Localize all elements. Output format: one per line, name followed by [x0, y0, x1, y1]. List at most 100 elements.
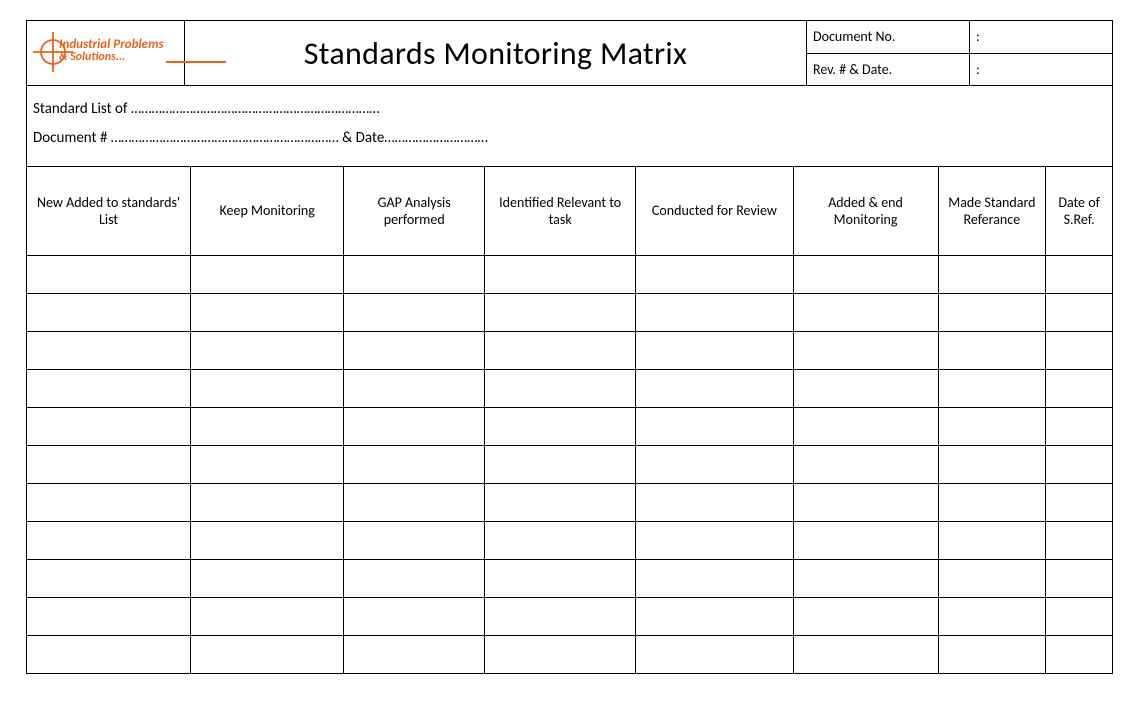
table-cell[interactable] — [938, 483, 1046, 521]
table-cell[interactable] — [793, 331, 938, 369]
table-cell[interactable] — [1046, 331, 1112, 369]
table-cell[interactable] — [344, 597, 485, 635]
table-cell[interactable] — [191, 293, 344, 331]
table-cell[interactable] — [191, 369, 344, 407]
table-cell[interactable] — [27, 635, 191, 673]
table-cell[interactable] — [938, 559, 1046, 597]
table-cell[interactable] — [485, 521, 636, 559]
table-cell[interactable] — [191, 407, 344, 445]
table-cell[interactable] — [485, 255, 636, 293]
table-cell[interactable] — [938, 293, 1046, 331]
table-cell[interactable] — [344, 521, 485, 559]
table-cell[interactable] — [1046, 559, 1112, 597]
table-cell[interactable] — [344, 445, 485, 483]
table-cell[interactable] — [191, 331, 344, 369]
table-cell[interactable] — [1046, 293, 1112, 331]
table-cell[interactable] — [938, 255, 1046, 293]
table-cell[interactable] — [344, 407, 485, 445]
table-cell[interactable] — [793, 445, 938, 483]
table-cell[interactable] — [27, 521, 191, 559]
col-header: New Added to standards' List — [27, 167, 191, 255]
table-cell[interactable] — [793, 483, 938, 521]
table-cell[interactable] — [27, 369, 191, 407]
table-cell[interactable] — [636, 369, 793, 407]
meta-row-document-no: Document No. : — [807, 21, 1112, 53]
table-cell[interactable] — [191, 597, 344, 635]
table-cell[interactable] — [191, 255, 344, 293]
table-cell[interactable] — [636, 521, 793, 559]
table-cell[interactable] — [793, 521, 938, 559]
table-cell[interactable] — [938, 597, 1046, 635]
table-cell[interactable] — [191, 521, 344, 559]
col-header: Date of S.Ref. — [1046, 167, 1112, 255]
table-cell[interactable] — [1046, 369, 1112, 407]
table-cell[interactable] — [636, 483, 793, 521]
table-cell[interactable] — [485, 483, 636, 521]
table-cell[interactable] — [344, 331, 485, 369]
table-cell[interactable] — [485, 597, 636, 635]
table-cell[interactable] — [938, 369, 1046, 407]
table-cell[interactable] — [636, 635, 793, 673]
table-cell[interactable] — [938, 635, 1046, 673]
table-cell[interactable] — [27, 407, 191, 445]
info-document-number: Document # ………………………………………………………… & Date… — [33, 125, 1106, 152]
table-cell[interactable] — [485, 445, 636, 483]
table-cell[interactable] — [793, 255, 938, 293]
table-cell[interactable] — [793, 369, 938, 407]
table-cell[interactable] — [636, 597, 793, 635]
table-cell[interactable] — [27, 255, 191, 293]
table-cell[interactable] — [344, 559, 485, 597]
table-cell[interactable] — [191, 559, 344, 597]
table-cell[interactable] — [1046, 483, 1112, 521]
table-cell[interactable] — [1046, 635, 1112, 673]
form-frame: Industrial Problems & Solutions... Stand… — [26, 20, 1113, 674]
table-cell[interactable] — [1046, 597, 1112, 635]
table-cell[interactable] — [1046, 255, 1112, 293]
table-cell[interactable] — [1046, 407, 1112, 445]
table-row — [27, 369, 1112, 407]
table-cell[interactable] — [485, 293, 636, 331]
table-cell[interactable] — [793, 559, 938, 597]
table-cell[interactable] — [793, 407, 938, 445]
table-cell[interactable] — [27, 445, 191, 483]
table-row — [27, 597, 1112, 635]
table-cell[interactable] — [485, 369, 636, 407]
table-cell[interactable] — [191, 445, 344, 483]
table-cell[interactable] — [27, 559, 191, 597]
table-cell[interactable] — [793, 293, 938, 331]
table-cell[interactable] — [636, 293, 793, 331]
table-cell[interactable] — [485, 635, 636, 673]
table-cell[interactable] — [485, 407, 636, 445]
table-cell[interactable] — [485, 331, 636, 369]
table-cell[interactable] — [636, 445, 793, 483]
table-cell[interactable] — [636, 407, 793, 445]
table-cell[interactable] — [938, 521, 1046, 559]
table-cell[interactable] — [938, 445, 1046, 483]
table-cell[interactable] — [793, 597, 938, 635]
table-cell[interactable] — [938, 407, 1046, 445]
title-cell: Standards Monitoring Matrix — [185, 21, 806, 85]
col-header: Keep Monitoring — [191, 167, 344, 255]
table-cell[interactable] — [636, 559, 793, 597]
table-cell[interactable] — [191, 483, 344, 521]
table-cell[interactable] — [793, 635, 938, 673]
table-cell[interactable] — [1046, 445, 1112, 483]
table-cell[interactable] — [27, 597, 191, 635]
table-cell[interactable] — [344, 483, 485, 521]
table-cell[interactable] — [938, 331, 1046, 369]
document-sheet: Industrial Problems & Solutions... Stand… — [0, 0, 1139, 719]
table-cell[interactable] — [636, 331, 793, 369]
table-cell[interactable] — [27, 331, 191, 369]
table-cell[interactable] — [636, 255, 793, 293]
table-cell[interactable] — [1046, 521, 1112, 559]
table-cell[interactable] — [344, 255, 485, 293]
table-cell[interactable] — [344, 369, 485, 407]
table-cell[interactable] — [191, 635, 344, 673]
table-cell[interactable] — [27, 293, 191, 331]
table-cell[interactable] — [485, 559, 636, 597]
table-cell[interactable] — [27, 483, 191, 521]
table-cell[interactable] — [344, 293, 485, 331]
table-row — [27, 407, 1112, 445]
meta-label-rev: Rev. # & Date. — [807, 54, 970, 86]
table-cell[interactable] — [344, 635, 485, 673]
